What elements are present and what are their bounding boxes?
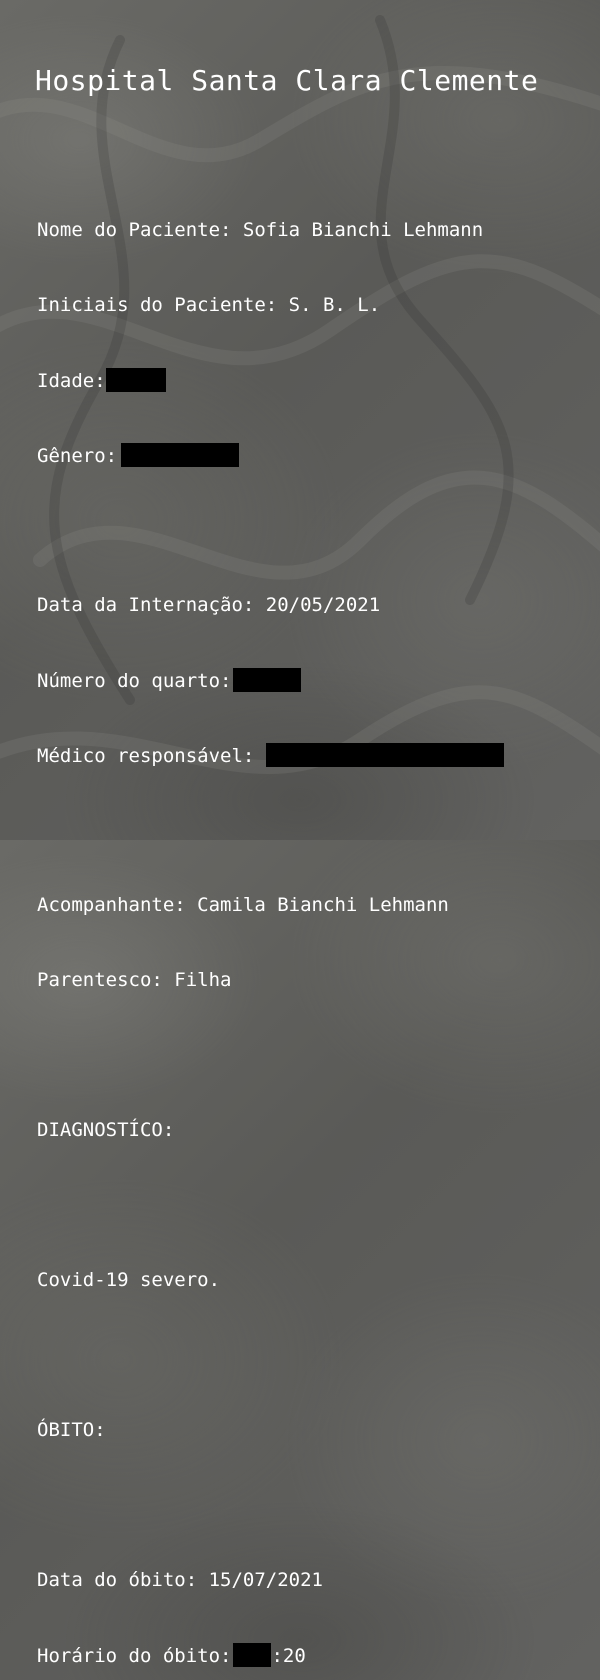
death-time-redaction [233, 1643, 272, 1667]
admission-date-line: Data da Internação: 20/05/2021 [37, 593, 504, 618]
room-number-line: Número do quarto: [37, 668, 504, 693]
diagnosis-heading: DIAGNOSTÍCO: [37, 1119, 175, 1141]
death-date-line: Data do óbito: 15/07/2021 [37, 1568, 504, 1593]
medical-record-body: Nome do Paciente: Sofia Bianchi Lehmann … [37, 168, 505, 1680]
doctor-label: Médico responsável: [37, 745, 255, 767]
death-time-line: Horário do óbito: :20 [37, 1643, 504, 1668]
room-number-label: Número do quarto: [37, 670, 232, 692]
patient-name-line: Nome do Paciente: Sofia Bianchi Lehmann [37, 218, 504, 243]
gender-redaction [121, 443, 240, 467]
doctor-line: Médico responsável: [37, 743, 505, 768]
patient-initials-label: Iniciais do Paciente: [37, 294, 278, 316]
patient-initials-value: S. B. L. [288, 294, 381, 316]
companion-label: Acompanhante: [37, 894, 186, 916]
companion-line: Acompanhante: Camila Bianchi Lehmann [37, 893, 504, 918]
death-date-label: Data do óbito: [37, 1569, 198, 1591]
admission-date-value: 20/05/2021 [265, 594, 381, 616]
relation-label: Parentesco: [37, 969, 163, 991]
patient-initials-line: Iniciais do Paciente: S. B. L. [37, 293, 504, 318]
admission-date-label: Data da Internação: [37, 594, 255, 616]
patient-gender-label: Gênero: [37, 445, 118, 467]
patient-age-label: Idade: [37, 370, 106, 392]
age-redaction [105, 368, 166, 392]
death-time-label: Horário do óbito: [37, 1645, 232, 1667]
patient-name-label: Nome do Paciente: [37, 219, 232, 241]
hospital-title: Hospital Santa Clara Clemente [35, 64, 539, 97]
relation-line: Parentesco: Filha [37, 968, 504, 993]
diagnosis-text: Covid-19 severo. [37, 1269, 221, 1291]
patient-name-value: Sofia Bianchi Lehmann [242, 219, 484, 241]
doctor-redaction [266, 743, 505, 767]
death-date-value: 15/07/2021 [208, 1569, 323, 1591]
patient-age-line: Idade: [37, 368, 504, 393]
patient-gender-line: Gênero: [37, 443, 504, 468]
companion-value: Camila Bianchi Lehmann [197, 894, 449, 916]
relation-value: Filha [174, 969, 232, 991]
death-heading: ÓBITO: [37, 1419, 106, 1441]
death-time-suffix: :20 [271, 1645, 306, 1667]
room-number-redaction [233, 668, 302, 692]
